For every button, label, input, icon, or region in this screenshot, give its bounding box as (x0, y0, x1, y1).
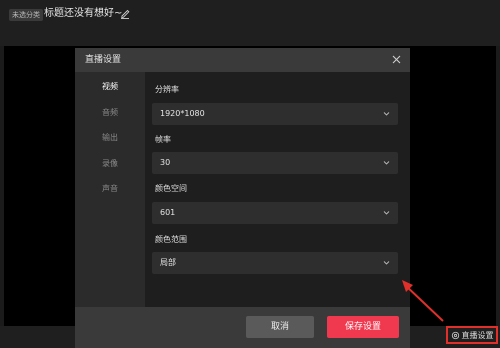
sidebar-item-audio[interactable]: 音频 (75, 107, 145, 119)
resolution-value: 1920*1080 (160, 109, 205, 118)
category-tag[interactable]: 未选分类 (9, 9, 43, 21)
color-range-select[interactable]: 局部 (152, 252, 398, 274)
close-icon[interactable] (391, 54, 402, 65)
sidebar-item-sound[interactable]: 声音 (75, 183, 145, 195)
sidebar-item-output[interactable]: 输出 (75, 132, 145, 144)
dialog-title: 直播设置 (85, 55, 122, 65)
video-settings-panel: 分辨率 1920*1080 帧率 30 颜色空间 601 颜色范围 局部 (145, 72, 410, 307)
pencil-icon[interactable] (120, 8, 130, 19)
save-settings-button[interactable]: 保存设置 (327, 316, 399, 338)
live-settings-dialog: 直播设置 视频 音频 输出 录像 声音 分辨率 1920*1080 帧率 30 … (75, 48, 410, 348)
sidebar-item-recording[interactable]: 录像 (75, 158, 145, 170)
live-settings-label: 直播设置 (461, 330, 494, 340)
chevron-down-icon (383, 261, 390, 265)
frame-rate-select[interactable]: 30 (152, 152, 398, 174)
gear-icon (451, 331, 459, 339)
resolution-select[interactable]: 1920*1080 (152, 103, 398, 125)
frame-rate-value: 30 (160, 158, 171, 167)
settings-sidebar: 视频 音频 输出 录像 声音 (75, 72, 145, 307)
frame-rate-label: 帧率 (155, 135, 171, 144)
chevron-down-icon (383, 161, 390, 165)
chevron-down-icon (383, 211, 390, 215)
top-bar: 未选分类 标题还没有想好~ (0, 0, 500, 46)
resolution-label: 分辨率 (155, 85, 179, 94)
cancel-button[interactable]: 取消 (246, 316, 314, 338)
color-space-label: 颜色空间 (155, 184, 187, 193)
color-space-select[interactable]: 601 (152, 202, 398, 224)
live-settings-button[interactable]: 直播设置 (446, 326, 498, 344)
color-range-value: 局部 (160, 258, 176, 267)
stream-title[interactable]: 标题还没有想好~ (44, 7, 122, 21)
color-space-value: 601 (160, 208, 176, 217)
sidebar-item-video[interactable]: 视频 (75, 81, 145, 93)
chevron-down-icon (383, 112, 390, 116)
dialog-footer: 取消 保存设置 (75, 307, 410, 348)
dialog-header: 直播设置 (75, 48, 410, 72)
color-range-label: 颜色范围 (155, 235, 187, 244)
